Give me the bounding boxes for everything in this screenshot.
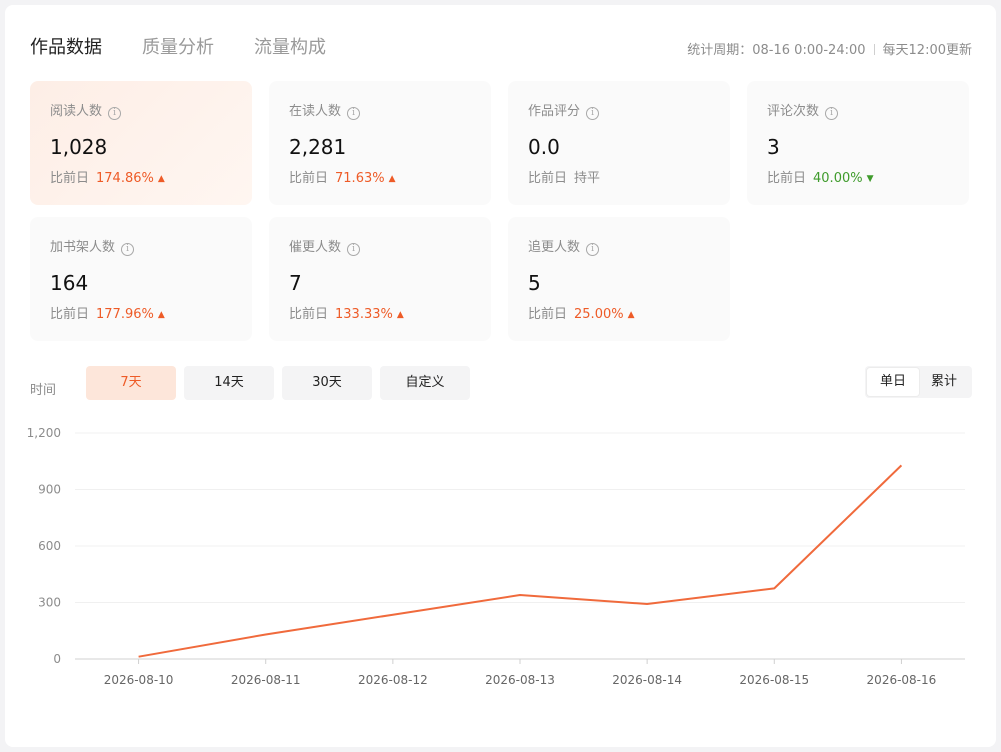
range-custom-button[interactable]: 自定义 — [380, 366, 470, 400]
y-tick-label: 1,200 — [27, 426, 61, 440]
metric-label: 阅读人数 i — [50, 103, 252, 121]
info-icon[interactable]: i — [121, 243, 135, 256]
metric-label: 追更人数 i — [528, 239, 730, 257]
y-tick-label: 600 — [38, 539, 61, 553]
data-point[interactable] — [645, 602, 649, 606]
y-tick-label: 0 — [53, 652, 61, 666]
data-point[interactable] — [264, 633, 268, 637]
metric-compare: 比前日 持平 — [528, 167, 730, 186]
data-point[interactable] — [518, 593, 522, 597]
compare-label: 比前日 — [289, 307, 329, 322]
metric-card-update-requests[interactable]: 催更人数 i 7 比前日 133.33% ▲ — [269, 217, 491, 341]
divider — [873, 44, 875, 55]
trend-line-chart: 0 300 600 900 1,200 2026-08-10 2026-08-11 2026-… — [27, 426, 965, 687]
compare-label: 比前日 — [528, 171, 568, 186]
metric-value: 2,281 — [289, 135, 347, 159]
compare-label: 比前日 — [528, 307, 568, 322]
metric-label-text: 作品评分 — [528, 104, 581, 119]
metric-change: 133.33% — [335, 307, 393, 322]
info-icon[interactable]: i — [586, 243, 600, 256]
metric-card-comment-count[interactable]: 评论次数 i 3 比前日 40.00% ▼ — [747, 81, 969, 205]
metric-card-reading-users[interactable]: 阅读人数 i 1,028 比前日 174.86% ▲ — [30, 81, 252, 205]
metric-label: 作品评分 i — [528, 103, 730, 121]
metric-label: 评论次数 i — [767, 103, 969, 121]
data-point[interactable] — [772, 586, 776, 590]
metric-card-followers[interactable]: 追更人数 i 5 比前日 25.00% ▲ — [508, 217, 730, 341]
metric-change: 25.00% — [574, 307, 624, 322]
x-tick-label: 2026-08-16 — [867, 673, 937, 687]
metric-change: 71.63% — [335, 171, 385, 186]
metric-label: 在读人数 i — [289, 103, 491, 121]
tab-quality-analysis[interactable]: 质量分析 — [142, 33, 214, 59]
info-icon[interactable]: i — [347, 107, 361, 120]
info-icon[interactable]: i — [825, 107, 839, 120]
metric-change: 持平 — [574, 171, 601, 186]
x-tick-label: 2026-08-15 — [739, 673, 809, 687]
mode-cumulative-button[interactable]: 累计 — [918, 368, 970, 396]
metric-change: 177.96% — [96, 307, 154, 322]
metric-compare: 比前日 25.00% ▲ — [528, 303, 730, 322]
stat-period: 统计周期：08-16 0:00-24:00 每天12:00更新 — [687, 39, 972, 58]
metric-compare: 比前日 40.00% ▼ — [767, 167, 969, 186]
metric-card-bookshelf-adds[interactable]: 加书架人数 i 164 比前日 177.96% ▲ — [30, 217, 252, 341]
metric-label-text: 在读人数 — [289, 104, 342, 119]
dashboard-panel: 作品数据 质量分析 流量构成 统计周期：08-16 0:00-24:00 每天12… — [5, 5, 996, 747]
metric-change: 174.86% — [96, 171, 154, 186]
trend-up-icon: ▲ — [157, 310, 165, 320]
compare-label: 比前日 — [289, 171, 329, 186]
y-tick-label: 900 — [38, 483, 61, 497]
mode-daily-button[interactable]: 单日 — [867, 368, 919, 396]
metric-compare: 比前日 174.86% ▲ — [50, 167, 252, 186]
metric-value: 3 — [767, 135, 780, 159]
metric-label-text: 催更人数 — [289, 240, 342, 255]
metric-card-work-rating[interactable]: 作品评分 i 0.0 比前日 持平 — [508, 81, 730, 205]
trend-down-icon: ▼ — [866, 174, 874, 184]
range-14-days-button[interactable]: 14天 — [184, 366, 274, 400]
series-line — [138, 464, 903, 658]
compare-label: 比前日 — [50, 171, 90, 186]
metric-compare: 比前日 177.96% ▲ — [50, 303, 252, 322]
range-30-days-button[interactable]: 30天 — [282, 366, 372, 400]
metric-label-text: 加书架人数 — [50, 240, 116, 255]
tab-work-data[interactable]: 作品数据 — [30, 33, 102, 59]
metric-value: 5 — [528, 271, 541, 295]
tab-traffic-composition[interactable]: 流量构成 — [254, 33, 326, 59]
metric-value: 1,028 — [50, 135, 108, 159]
metric-card-current-readers[interactable]: 在读人数 i 2,281 比前日 71.63% ▲ — [269, 81, 491, 205]
info-icon[interactable]: i — [347, 243, 361, 256]
metric-label: 加书架人数 i — [50, 239, 252, 257]
metric-label: 催更人数 i — [289, 239, 491, 257]
x-tick-label: 2026-08-14 — [612, 673, 682, 687]
metric-label-text: 追更人数 — [528, 240, 581, 255]
compare-label: 比前日 — [767, 171, 807, 186]
metric-label-text: 阅读人数 — [50, 104, 103, 119]
metric-label-text: 评论次数 — [767, 104, 820, 119]
metric-compare: 比前日 71.63% ▲ — [289, 167, 491, 186]
info-icon[interactable]: i — [586, 107, 600, 120]
metric-value: 7 — [289, 271, 302, 295]
mode-switch: 单日 累计 — [865, 366, 972, 398]
stat-period-range: 统计周期：08-16 0:00-24:00 — [687, 43, 866, 58]
metric-change: 40.00% — [813, 171, 863, 186]
y-tick-label: 300 — [38, 596, 61, 610]
time-filter-label: 时间 — [30, 383, 57, 398]
x-tick-label: 2026-08-13 — [485, 673, 555, 687]
trend-up-icon: ▲ — [157, 174, 165, 184]
x-tick-label: 2026-08-12 — [358, 673, 428, 687]
compare-label: 比前日 — [50, 307, 90, 322]
metric-value: 0.0 — [528, 135, 560, 159]
trend-up-icon: ▲ — [388, 174, 396, 184]
x-tick-label: 2026-08-11 — [231, 673, 301, 687]
update-time: 每天12:00更新 — [882, 43, 972, 58]
data-point[interactable] — [137, 655, 141, 659]
metric-value: 164 — [50, 271, 89, 295]
data-point[interactable] — [391, 613, 395, 617]
range-7-days-button[interactable]: 7天 — [86, 366, 176, 400]
info-icon[interactable]: i — [108, 107, 122, 120]
metric-compare: 比前日 133.33% ▲ — [289, 303, 491, 322]
data-point[interactable] — [899, 463, 903, 467]
trend-up-icon: ▲ — [627, 310, 635, 320]
x-tick-label: 2026-08-10 — [104, 673, 174, 687]
trend-up-icon: ▲ — [396, 310, 404, 320]
